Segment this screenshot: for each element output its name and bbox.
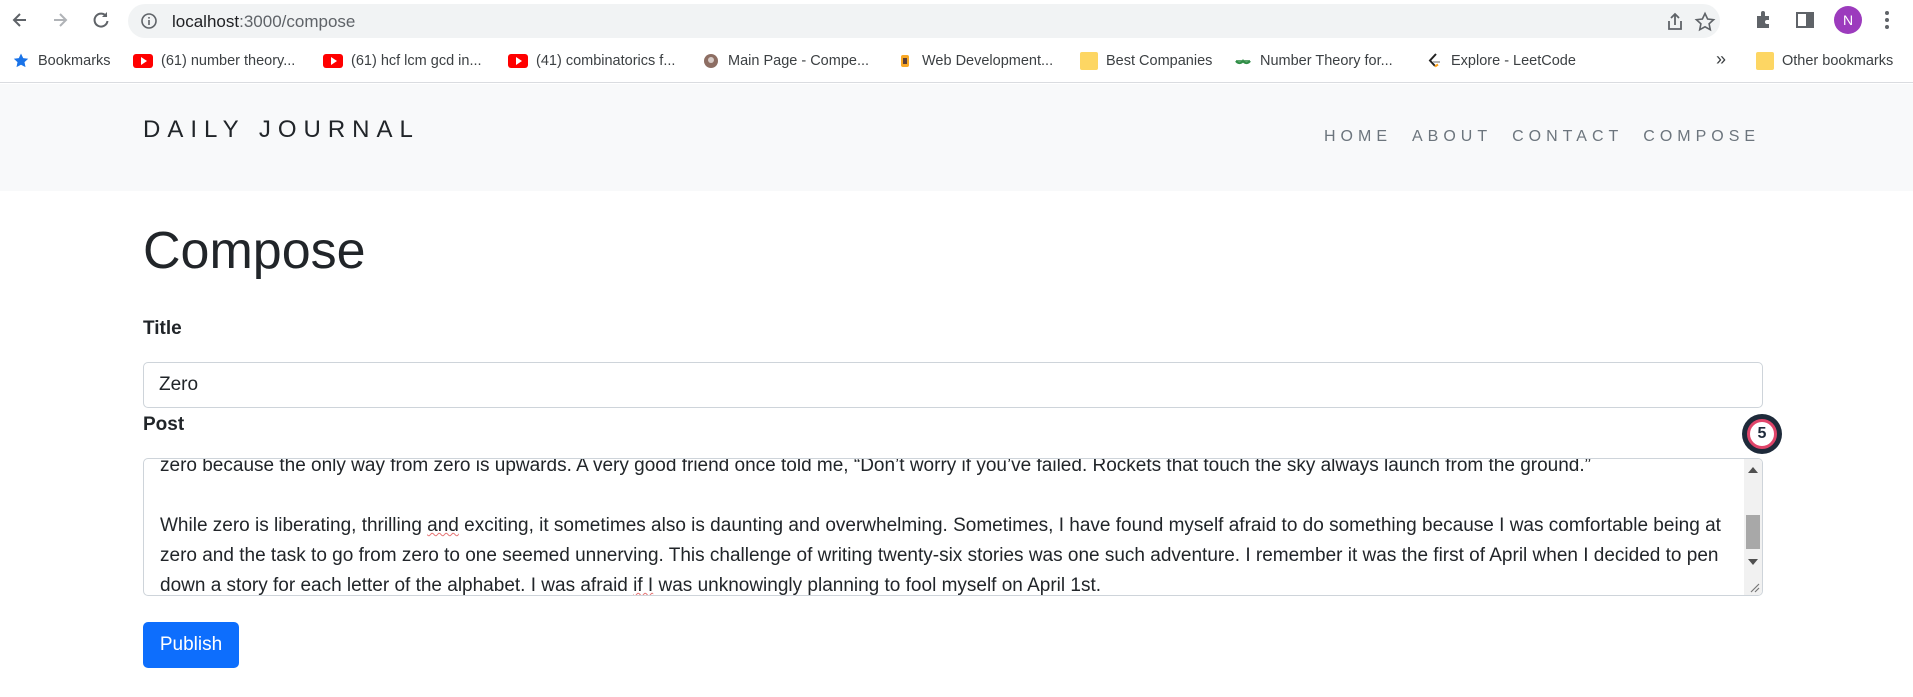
youtube-icon: [508, 54, 528, 68]
nav-link-home[interactable]: HOME: [1324, 128, 1392, 146]
other-bookmarks-folder[interactable]: Other bookmarks: [1756, 49, 1893, 73]
nav-links: HOME ABOUT CONTACT COMPOSE: [1324, 128, 1780, 146]
page-title: Compose: [143, 222, 366, 280]
reload-icon: [93, 12, 109, 28]
youtube-icon: [323, 54, 343, 68]
bookmark-item[interactable]: Main Page - Compe...: [702, 49, 869, 73]
more-bookmarks-button[interactable]: »: [1716, 49, 1726, 70]
back-arrow-icon: [12, 13, 26, 27]
post-label: Post: [143, 414, 185, 435]
leetcode-icon: [1428, 53, 1440, 68]
site-icon: [901, 55, 909, 67]
reload-button[interactable]: [87, 6, 115, 34]
bookmark-star-icon[interactable]: [1694, 11, 1716, 33]
folder-icon: [1756, 52, 1774, 70]
forward-arrow-icon: [54, 13, 68, 27]
share-icon[interactable]: [1664, 11, 1686, 33]
geeksforgeeks-icon: [1235, 58, 1251, 65]
side-panel-icon[interactable]: [1794, 9, 1816, 31]
post-text: zero because the only way from zero is u…: [160, 458, 1732, 596]
scroll-thumb[interactable]: [1746, 515, 1760, 549]
extension-badge-count: 5: [1747, 419, 1777, 449]
scroll-down-arrow-icon[interactable]: [1748, 559, 1758, 565]
bookmark-item[interactable]: Number Theory for...: [1234, 49, 1393, 73]
title-input[interactable]: [143, 362, 1763, 408]
bookmark-item[interactable]: (61) hcf lcm gcd in...: [323, 49, 482, 73]
folder-icon: [1080, 52, 1098, 70]
bookmark-item[interactable]: Explore - LeetCode: [1425, 49, 1576, 73]
bookmarks-bar: Bookmarks (61) number theory... (61) hcf…: [0, 41, 1913, 83]
profile-avatar[interactable]: N: [1834, 6, 1862, 34]
address-bar[interactable]: localhost:3000/compose: [128, 4, 1720, 38]
textarea-scrollbar[interactable]: [1744, 459, 1762, 595]
bookmark-item[interactable]: Web Development...: [896, 49, 1053, 73]
title-label: Title: [143, 318, 182, 339]
publish-button[interactable]: Publish: [143, 622, 239, 668]
browser-toolbar: localhost:3000/compose N: [0, 0, 1913, 41]
post-paragraph: While zero is liberating, thrilling and …: [160, 515, 1721, 596]
nav-link-contact[interactable]: CONTACT: [1512, 128, 1623, 146]
nav-link-compose[interactable]: COMPOSE: [1643, 128, 1760, 146]
site-icon: [704, 54, 718, 68]
star-icon: [13, 53, 29, 68]
bookmark-item[interactable]: Best Companies: [1080, 49, 1212, 73]
post-textarea[interactable]: zero because the only way from zero is u…: [143, 458, 1763, 596]
extensions-puzzle-icon[interactable]: [1753, 9, 1775, 31]
bookmark-item[interactable]: (61) number theory...: [133, 49, 295, 73]
post-paragraph: zero because the only way from zero is u…: [160, 458, 1591, 476]
extension-badge[interactable]: 5: [1742, 414, 1782, 454]
bookmark-item[interactable]: (41) combinatorics f...: [508, 49, 675, 73]
back-button[interactable]: [6, 6, 34, 34]
site-brand[interactable]: DAILY JOURNAL: [143, 116, 420, 144]
youtube-icon: [133, 54, 153, 68]
bookmark-item[interactable]: Bookmarks: [12, 49, 111, 73]
scroll-up-arrow-icon[interactable]: [1748, 467, 1758, 473]
site-navbar: DAILY JOURNAL HOME ABOUT CONTACT COMPOSE: [0, 84, 1913, 191]
resize-grip-icon[interactable]: [1748, 581, 1760, 593]
nav-link-about[interactable]: ABOUT: [1412, 128, 1492, 146]
forward-button[interactable]: [46, 6, 74, 34]
url-text: localhost:3000/compose: [172, 12, 356, 31]
spellcheck-word: and: [427, 515, 459, 536]
info-icon[interactable]: [140, 12, 158, 30]
more-menu-icon[interactable]: [1876, 9, 1898, 31]
spellcheck-word: if I: [633, 575, 654, 596]
